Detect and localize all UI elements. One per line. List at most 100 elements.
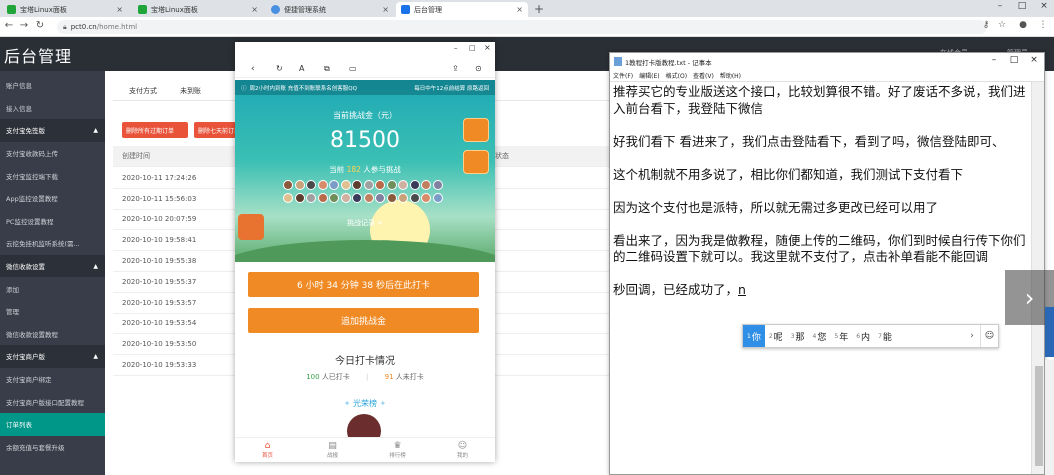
close-icon[interactable]: × xyxy=(516,5,523,14)
new-tab-icon[interactable]: + xyxy=(534,2,544,16)
font-size-icon[interactable]: A xyxy=(299,64,304,73)
card-icon[interactable]: ▭ xyxy=(349,64,357,73)
sidebar-item[interactable]: 支付宝收款码上传 xyxy=(0,142,105,165)
menu-item[interactable]: 编辑(E) xyxy=(639,71,659,80)
tab-pay-method[interactable]: 支付方式 xyxy=(129,86,157,96)
share-badge-icon[interactable] xyxy=(463,150,489,174)
emoji-icon[interactable]: ☺ xyxy=(980,325,998,347)
candidate-index: 7 xyxy=(878,332,882,340)
url-path: /home.html xyxy=(96,23,138,31)
profile-icon[interactable]: ● xyxy=(1016,20,1030,30)
menu-item[interactable]: 帮助(H) xyxy=(720,71,741,80)
sidebar-item[interactable]: 云挖免挂机监听系统(需... xyxy=(0,232,105,255)
info-icon: ⓘ xyxy=(241,85,247,92)
ime-candidate[interactable]: 2呢 xyxy=(765,325,787,347)
minimize-icon[interactable]: – xyxy=(990,1,1010,11)
minimize-icon[interactable]: – xyxy=(454,44,458,52)
sidebar-item[interactable]: PC监控设置教程 xyxy=(0,210,105,233)
challenge-history-link[interactable]: 挑战记录 > xyxy=(235,218,495,228)
close-icon[interactable]: × xyxy=(251,5,258,14)
menu-item[interactable]: 文件(F) xyxy=(613,71,633,80)
maximize-icon[interactable]: □ xyxy=(1012,1,1032,11)
back-icon[interactable]: ‹ xyxy=(251,64,255,74)
tab-unpaid[interactable]: 未到账 xyxy=(180,86,201,96)
more-icon[interactable]: ⊙ xyxy=(475,64,482,73)
ime-candidate[interactable]: 4您 xyxy=(809,325,831,347)
lock-icon: 🔒︎ xyxy=(63,22,67,31)
sidebar-item-label: 账户信息 xyxy=(6,82,32,91)
sidebar-item[interactable]: 余额充值与套餐升级 xyxy=(0,436,105,459)
ime-candidate[interactable]: 3那 xyxy=(787,325,809,347)
sidebar-item[interactable]: 账户信息 xyxy=(0,74,105,97)
sidebar-item[interactable]: 支付宝监控端下载 xyxy=(0,164,105,187)
phone-window-titlebar: – □ × xyxy=(235,42,495,56)
browser-tab[interactable]: 宝塔Linux面板 × xyxy=(2,2,128,17)
sidebar-item[interactable]: 微信收款设置教程 xyxy=(0,323,105,346)
minimize-icon[interactable]: – xyxy=(984,55,1004,65)
rule-badge-icon[interactable] xyxy=(463,118,489,142)
ime-candidate[interactable]: 5年 xyxy=(830,325,852,347)
forward-icon[interactable]: → xyxy=(17,20,31,31)
tab-chart[interactable]: ▤ 战报 xyxy=(300,438,365,462)
menu-dots-icon[interactable]: ⋮ xyxy=(1036,20,1050,30)
ime-candidate[interactable]: 6内 xyxy=(852,325,874,347)
copy-icon[interactable]: ⧉ xyxy=(324,64,330,74)
tab-home[interactable]: ⌂ 首页 xyxy=(235,438,300,462)
sidebar-item[interactable]: 支付宝商户绑定 xyxy=(0,368,105,391)
chevron-right-icon[interactable]: › xyxy=(964,331,980,341)
refresh-icon[interactable]: ↻ xyxy=(276,64,283,73)
page-scrollbar[interactable] xyxy=(1045,360,1054,475)
sidebar-item[interactable]: 接入信息 xyxy=(0,97,105,120)
delete-expired-button[interactable]: 删除所有过期订单 xyxy=(122,122,188,138)
ime-candidate[interactable]: 7能 xyxy=(874,325,896,347)
sidebar-item[interactable]: 管理 xyxy=(0,300,105,323)
sidebar-group[interactable]: 微信收款设置 ▲ xyxy=(0,254,105,278)
key-icon[interactable]: ⚷ xyxy=(979,20,993,30)
sidebar-group[interactable]: 支付宝免签版 ▲ xyxy=(0,119,105,142)
maximize-icon[interactable]: □ xyxy=(1004,55,1024,65)
participant-avatar xyxy=(421,193,431,203)
checkin-countdown-button[interactable]: 6 小时 34 分钟 38 秒后在此打卡 xyxy=(248,272,479,297)
menu-item[interactable]: 格式(O) xyxy=(666,71,687,80)
tab-user[interactable]: ☺ 我的 xyxy=(430,438,495,462)
star-icon[interactable]: ☆ xyxy=(995,20,1009,30)
close-icon[interactable]: × xyxy=(116,5,123,14)
maximize-icon[interactable]: □ xyxy=(469,44,476,52)
url-bar[interactable]: 🔒︎ pct0.cn/home.html xyxy=(57,20,987,34)
sidebar-item[interactable]: 支付宝商户版接口配置教程 xyxy=(0,390,105,413)
not-checked-count: 91 xyxy=(384,373,394,381)
browser-tab[interactable]: 便捷管理系统 × xyxy=(266,2,394,17)
menu-item[interactable]: 查看(V) xyxy=(693,71,714,80)
browser-tab-active[interactable]: 后台管理 × xyxy=(396,2,528,17)
close-icon[interactable]: × xyxy=(1024,55,1044,65)
reload-icon[interactable]: ↻ xyxy=(33,20,47,31)
participant-avatar xyxy=(306,193,316,203)
sidebar-group[interactable]: 支付宝商户版 ▲ xyxy=(0,345,105,368)
sidebar-item[interactable]: App监控设置教程 xyxy=(0,187,105,210)
window-close-icon[interactable]: × xyxy=(1034,1,1054,11)
sidebar-item-label: 支付宝收款码上传 xyxy=(6,150,58,159)
scrollbar-thumb[interactable] xyxy=(1035,366,1043,466)
candidate-text: 能 xyxy=(882,332,892,343)
back-icon[interactable]: ← xyxy=(2,20,16,31)
side-widget[interactable] xyxy=(1045,307,1054,357)
ime-candidate[interactable]: 1你 xyxy=(743,325,765,347)
checked-in-count: 100 xyxy=(306,373,320,381)
tab-trophy[interactable]: ♛ 排行榜 xyxy=(365,438,430,462)
sidebar-item-label: 管理 xyxy=(6,308,19,317)
close-icon[interactable]: × xyxy=(382,5,389,14)
browser-tab[interactable]: 宝塔Linux面板 × xyxy=(133,2,263,17)
sidebar-item-label: 微信收款设置教程 xyxy=(6,330,58,339)
share-icon[interactable]: ⇪ xyxy=(452,64,459,73)
sidebar-item[interactable]: 添加 xyxy=(0,277,105,300)
created-time-cell: 2020-10-10 19:53:33 xyxy=(122,361,197,370)
participant-avatar xyxy=(375,193,385,203)
add-challenge-fund-button[interactable]: 追加挑战金 xyxy=(248,308,479,333)
sidebar-item[interactable]: 订单列表 xyxy=(0,413,105,436)
notepad-text-area[interactable]: 推荐买它的专业版送这个接口，比较划算很不错。好了废话不多说，我们进入前台看下，我… xyxy=(613,84,1031,299)
created-time-cell: 2020-10-10 20:07:59 xyxy=(122,215,197,224)
delete-7days-button[interactable]: 删除七天前订单 xyxy=(194,122,236,138)
sidebar-item-label: App监控设置教程 xyxy=(6,195,58,204)
candidate-text: 年 xyxy=(839,332,849,343)
close-icon[interactable]: × xyxy=(484,43,491,52)
